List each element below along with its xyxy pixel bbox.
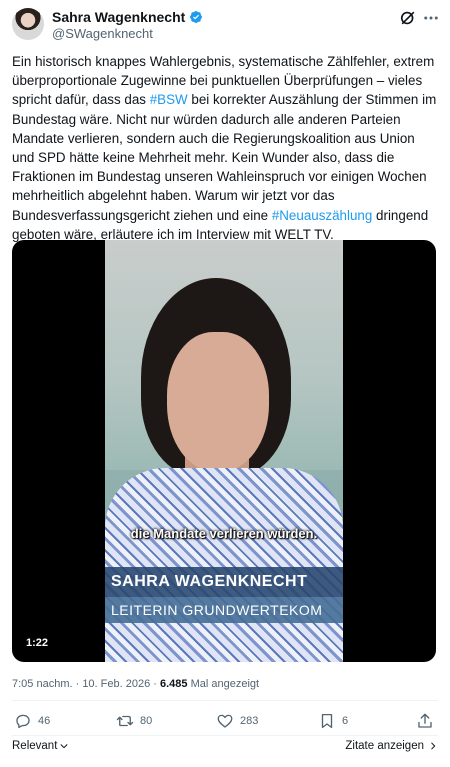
reply-button[interactable]: 46 — [14, 712, 50, 730]
chevron-down-icon — [60, 744, 68, 749]
chevron-right-icon — [431, 742, 436, 750]
tweet-header: Sahra Wagenknecht @SWagenknecht — [0, 0, 450, 48]
author-handle[interactable]: @SWagenknecht — [52, 26, 153, 41]
divider — [12, 735, 438, 736]
video-duration: 1:22 — [20, 636, 55, 650]
bookmark-count: 6 — [342, 715, 349, 727]
verified-badge-icon — [190, 11, 203, 23]
video-frame: die Mandate verlieren würden. SAHRA WAGE… — [105, 240, 343, 662]
lower-third-name: SAHRA WAGENKNECHT — [105, 567, 343, 597]
action-bar: 46 80 283 6 — [0, 712, 450, 734]
replies-toolbar: Relevant Zitate anzeigen — [12, 740, 438, 758]
reply-bubble-icon — [16, 714, 30, 729]
heart-icon — [217, 714, 233, 728]
repost-count: 80 — [140, 715, 153, 727]
author-name[interactable]: Sahra Wagenknecht — [52, 9, 185, 25]
repost-button[interactable]: 80 — [116, 712, 152, 730]
hashtag-link-bsw[interactable]: #BSW — [150, 92, 188, 107]
reply-count: 46 — [38, 715, 51, 727]
person-face — [167, 332, 269, 472]
sort-label: Relevant — [12, 740, 58, 752]
video-subtitle: die Mandate verlieren würden. — [130, 526, 318, 541]
author-avatar[interactable] — [12, 8, 44, 40]
bookmark-icon — [321, 713, 333, 729]
tweet-meta: 7:05 nachm. · 10. Feb. 2026 · 6.485 Mal … — [12, 678, 259, 690]
repost-arrows-icon — [116, 715, 134, 727]
share-upload-icon — [418, 713, 432, 728]
quotes-label: Zitate anzeigen — [345, 740, 424, 752]
person-jacket — [105, 468, 343, 662]
divider — [12, 700, 438, 701]
view-count: 6.485 — [159, 678, 188, 690]
more-dots-icon[interactable] — [422, 8, 440, 28]
lower-third-role: LEITERIN GRUNDWERTEKOM — [105, 597, 343, 623]
view-quotes-link[interactable]: Zitate anzeigen — [345, 740, 438, 752]
bookmark-button[interactable]: 6 — [318, 712, 348, 730]
like-button[interactable]: 283 — [216, 712, 258, 730]
hashtag-link-neuauszaehlung[interactable]: #Neuauszählung — [272, 208, 373, 223]
author-name-row[interactable]: Sahra Wagenknecht — [52, 9, 203, 25]
grok-icon[interactable] — [398, 8, 418, 28]
view-count-label: Mal angezeigt — [187, 678, 260, 690]
share-button[interactable] — [416, 712, 434, 730]
like-count: 283 — [240, 715, 259, 727]
tweet-timestamp[interactable]: 7:05 nachm. · 10. Feb. 2026 · — [12, 678, 160, 690]
tweet-text: Ein historisch knappes Wahlergebnis, sys… — [12, 52, 440, 244]
tweet-text-part: bei korrekter Auszählung der Stimmen im … — [12, 92, 437, 223]
video-player[interactable]: die Mandate verlieren würden. SAHRA WAGE… — [12, 240, 436, 662]
sort-dropdown[interactable]: Relevant — [12, 740, 69, 752]
